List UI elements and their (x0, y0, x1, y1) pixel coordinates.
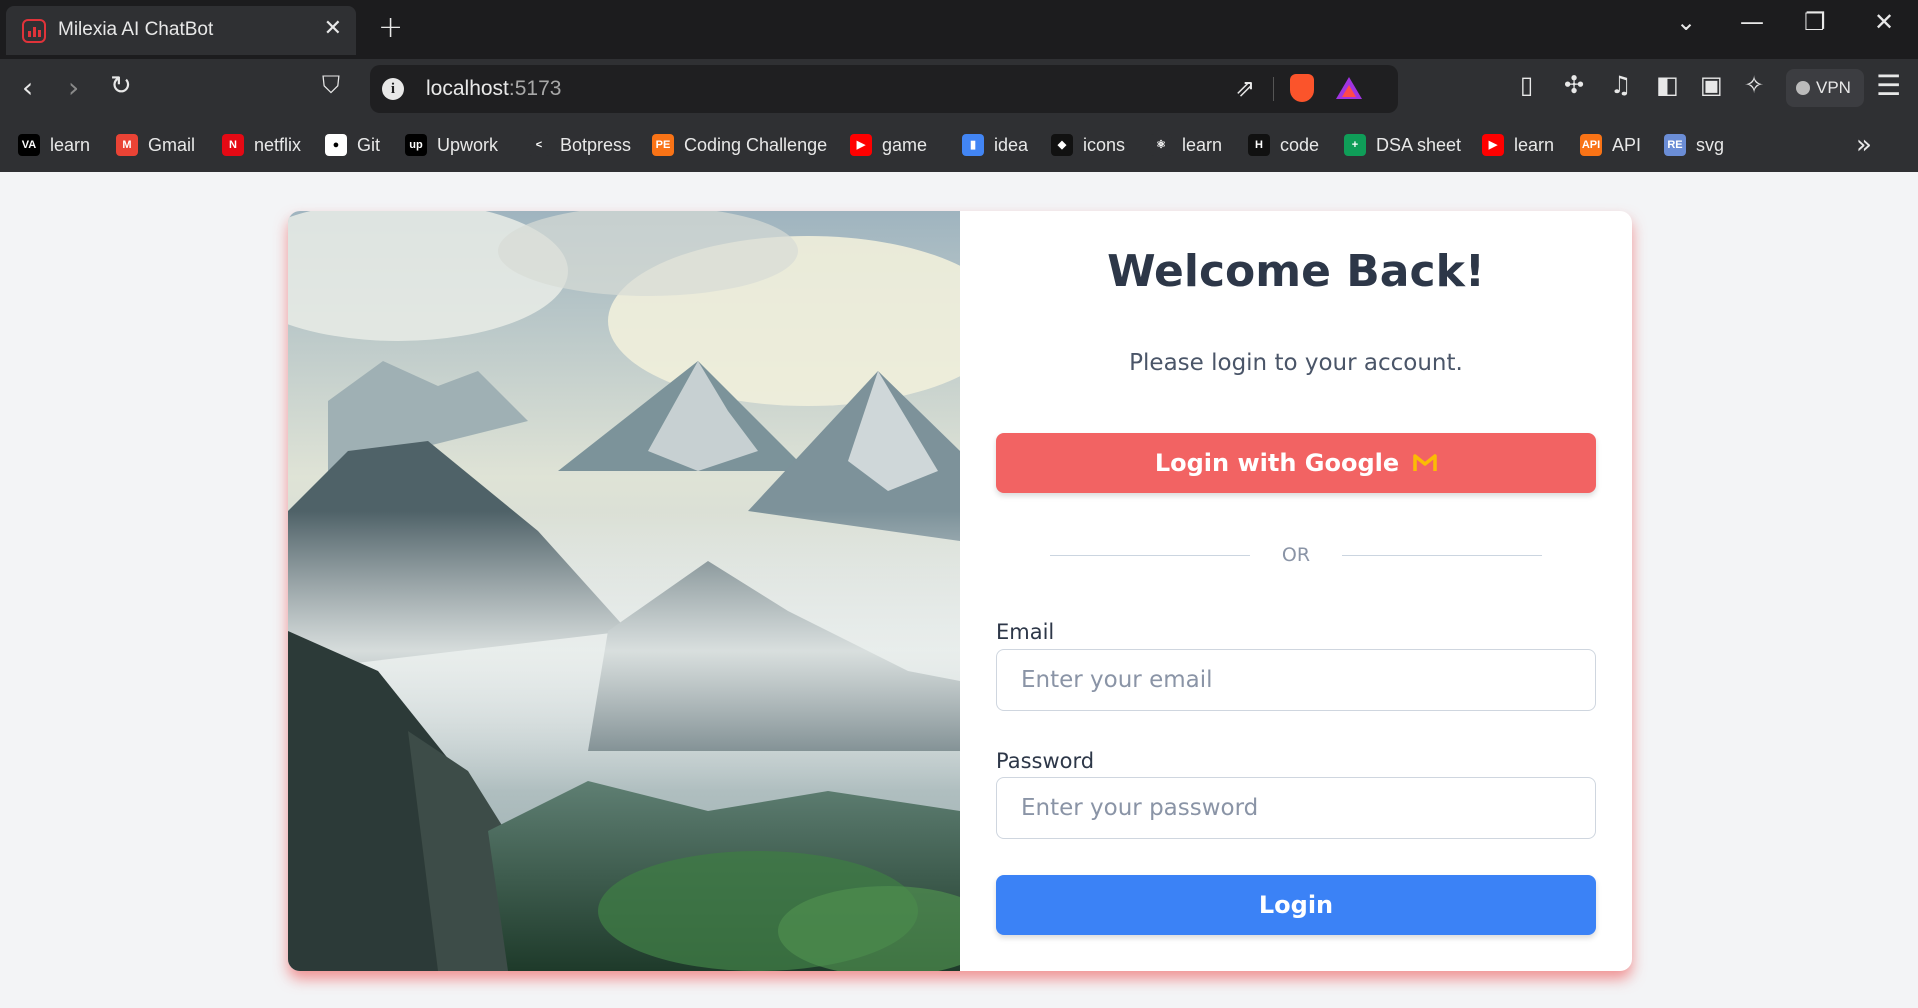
bookmark-label: netflix (254, 134, 302, 155)
bookmark-favicon-icon: M (116, 134, 138, 156)
vpn-status-icon (1796, 81, 1810, 95)
bookmark-item[interactable]: Nnetflix (222, 131, 301, 159)
tab-title: Milexia AI ChatBot (58, 19, 214, 40)
reload-icon[interactable]: ↻ (110, 71, 132, 101)
bookmark-favicon-icon: < (528, 134, 550, 156)
brave-rewards-icon[interactable] (1336, 77, 1362, 99)
brave-shields-icon[interactable] (1290, 74, 1314, 102)
bookmark-favicon-icon: H (1248, 134, 1270, 156)
email-field[interactable] (996, 649, 1596, 711)
bookmarks-overflow-icon[interactable]: » (1856, 130, 1872, 160)
google-button-label: Login with Google (1154, 449, 1400, 477)
chat-app-favicon-icon (22, 19, 46, 43)
login-button[interactable]: Login (996, 875, 1596, 935)
bookmark-item[interactable]: ● Git (325, 131, 380, 159)
browser-tab[interactable]: Milexia AI ChatBot ✕ (6, 6, 356, 55)
menu-hamburger-icon[interactable]: ☰ (1876, 69, 1901, 102)
bookmark-label: icons (1083, 134, 1126, 155)
url-separator (1273, 77, 1274, 101)
bookmark-label: Gmail (148, 134, 196, 155)
vpn-button[interactable]: VPN (1786, 69, 1864, 107)
bookmarks-bar: » VA learn M Gmail Nnetflix ● Git up Upwork < Botp… (0, 120, 1918, 172)
address-bar[interactable]: i localhost:5173 ⇗ (370, 65, 1398, 113)
bookmark-item[interactable]: API API (1580, 131, 1641, 159)
bookmark-label: DSA sheet (1376, 134, 1462, 155)
bookmark-item[interactable]: Hcode (1248, 131, 1319, 159)
restore-icon[interactable]: ❐ (1804, 8, 1826, 36)
bookmark-favicon-icon: RE (1664, 134, 1686, 156)
sidebar-icon[interactable]: ◧ (1656, 71, 1679, 99)
bookmark-label: game (882, 134, 928, 155)
site-info-icon[interactable]: i (382, 78, 404, 100)
extension-file-icon[interactable]: ▯ (1520, 71, 1533, 99)
close-window-icon[interactable]: ✕ (1874, 8, 1894, 36)
bookmark-label: learn (50, 134, 91, 155)
bookmark-item[interactable]: < Botpress (528, 131, 631, 159)
bookmark-favicon-icon: PE (652, 134, 674, 156)
leo-ai-icon[interactable]: ✧ (1744, 71, 1764, 99)
bookmark-item[interactable]: VA learn (18, 131, 90, 159)
new-tab-button[interactable]: + (378, 10, 403, 45)
login-with-google-button[interactable]: Login with Google (996, 433, 1596, 493)
mountain-landscape-image (288, 211, 960, 971)
wallet-icon[interactable]: ▣ (1700, 71, 1723, 99)
login-form-panel: Welcome Back! Please login to your accou… (960, 211, 1632, 971)
bookmark-item[interactable]: + DSA sheet (1344, 131, 1461, 159)
bookmark-label: Coding Challenge (684, 134, 828, 155)
bookmark-item[interactable]: ◆ icons (1051, 131, 1125, 159)
bookmark-item[interactable]: up Upwork (405, 131, 498, 159)
bookmark-label: code (1280, 134, 1320, 155)
share-icon[interactable]: ⇗ (1235, 74, 1255, 102)
email-label: Email (996, 620, 1055, 644)
bookmark-label: API (1612, 134, 1642, 155)
password-label: Password (996, 749, 1095, 773)
bookmark-favicon-icon: + (1344, 134, 1366, 156)
extensions-puzzle-icon[interactable]: ✣ (1564, 71, 1584, 99)
bookmark-label: svg (1696, 134, 1725, 155)
bookmark-favicon-icon: ⚛ (1150, 134, 1172, 156)
bookmark-item[interactable]: RE svg (1664, 131, 1724, 159)
bookmark-item[interactable]: PE Coding Challenge (652, 131, 827, 159)
login-subtitle: Please login to your account. (1129, 350, 1463, 376)
bookmark-item[interactable]: M Gmail (116, 131, 195, 159)
bookmark-favicon-icon: ▶ (1482, 134, 1504, 156)
tab-search-chevron-icon[interactable]: ⌄ (1676, 8, 1696, 36)
login-card: Welcome Back! Please login to your accou… (288, 211, 1632, 971)
browser-toolbar: ‹ › ↻ ⛉ i localhost:5173 ⇗ ▯ ✣ ♫ ◧ ▣ ✧ V… (0, 59, 1918, 120)
bookmark-favicon-icon: up (405, 134, 427, 156)
bookmark-label: Git (357, 134, 381, 155)
url-text[interactable]: localhost:5173 (426, 77, 561, 101)
bookmark-item[interactable]: ⚛ learn (1150, 131, 1222, 159)
bookmark-favicon-icon: VA (18, 134, 40, 156)
bookmark-label: idea (994, 134, 1029, 155)
gmail-icon (1413, 454, 1437, 471)
bookmark-item[interactable]: ▮ idea (962, 131, 1028, 159)
page-title: Welcome Back! (1107, 246, 1485, 297)
bookmark-label: learn (1514, 134, 1555, 155)
bookmark-label: learn (1182, 134, 1223, 155)
bookmark-label: Upwork (437, 134, 499, 155)
minimize-icon[interactable]: — (1740, 8, 1764, 36)
bookmark-favicon-icon: API (1580, 134, 1602, 156)
forward-icon[interactable]: › (68, 71, 79, 104)
bookmark-favicon-icon: N (222, 134, 244, 156)
vpn-label: VPN (1816, 78, 1851, 97)
bookmark-item[interactable]: ▶ learn (1482, 131, 1554, 159)
tab-close-icon[interactable]: ✕ (324, 16, 342, 41)
password-field[interactable] (996, 777, 1596, 839)
bookmark-label: Botpress (560, 134, 632, 155)
bookmark-favicon-icon: ▶ (850, 134, 872, 156)
bookmark-item[interactable]: ▶ game (850, 131, 927, 159)
bookmark-favicon-icon: ◆ (1051, 134, 1073, 156)
media-music-icon[interactable]: ♫ (1610, 71, 1632, 99)
bookmark-page-icon[interactable]: ⛉ (322, 71, 340, 99)
back-icon[interactable]: ‹ (22, 71, 33, 104)
browser-tab-bar: Milexia AI ChatBot ✕ + ⌄ — ❐ ✕ (0, 0, 1918, 59)
divider-line-right (1342, 555, 1542, 556)
bookmark-favicon-icon: ▮ (962, 134, 984, 156)
bookmark-favicon-icon: ● (325, 134, 347, 156)
